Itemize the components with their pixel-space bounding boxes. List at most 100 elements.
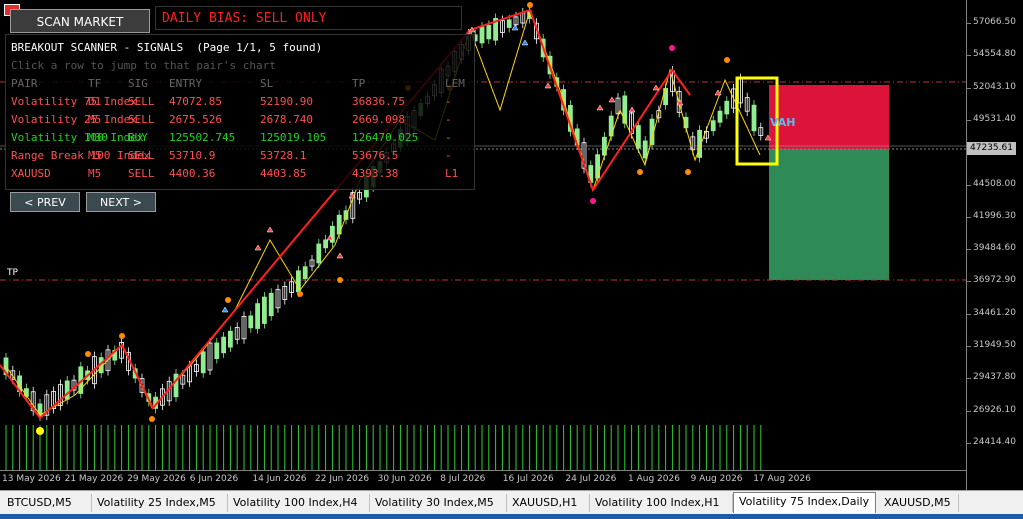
row-2-sig[interactable]: BUY xyxy=(128,131,148,144)
price-label: 52043.10 xyxy=(973,81,1016,92)
chart-tab[interactable]: XAUUSD,M5 xyxy=(879,494,959,512)
col-sig: SIG xyxy=(128,77,148,90)
buy-zone xyxy=(769,149,889,280)
signal-dot xyxy=(337,277,343,283)
price-label: 29437.80 xyxy=(973,372,1016,383)
chart-tab[interactable]: Volatility 25 Index,M5 xyxy=(92,494,228,512)
row-1-tf[interactable]: M5 xyxy=(88,113,101,126)
time-label: 17 Aug 2026 xyxy=(753,474,811,484)
col-entry: ENTRY xyxy=(169,77,203,90)
price-axis[interactable]: 57066.5054554.8052043.1049531.4047019.70… xyxy=(966,0,1023,490)
row-1-sig[interactable]: SELL xyxy=(128,113,155,126)
signal-arrow xyxy=(608,96,616,103)
row-4-pair[interactable]: XAUUSD xyxy=(11,167,51,180)
chart-tab[interactable]: Volatility 100 Index,H1 xyxy=(590,494,733,512)
row-0-tf[interactable]: D1 xyxy=(88,95,101,108)
zigzag-low-dot xyxy=(36,427,44,435)
row-2-tf[interactable]: M30 xyxy=(88,131,108,144)
signal-arrow xyxy=(652,84,660,91)
row-2-sl[interactable]: 125019.105 xyxy=(260,131,326,144)
signal-arrow xyxy=(521,39,529,46)
row-3-tp[interactable]: 53676.5 xyxy=(352,149,398,162)
time-label: 22 Jun 2026 xyxy=(315,474,370,484)
col-lem: LEM xyxy=(445,77,465,90)
time-label: 16 Jul 2026 xyxy=(502,474,554,484)
col-pair: PAIR xyxy=(11,77,38,90)
row-0-tp[interactable]: 36836.75 xyxy=(352,95,405,108)
price-label: 57066.50 xyxy=(973,17,1016,27)
row-1-tp[interactable]: 2669.098 xyxy=(352,113,405,126)
signal-arrow xyxy=(336,252,344,259)
chart-tab[interactable]: XAUUSD,H1 xyxy=(507,494,590,512)
row-4-tf[interactable]: M5 xyxy=(88,167,101,180)
signal-dot xyxy=(149,416,155,422)
row-0-pair[interactable]: Volatility 75 Index xyxy=(11,95,137,108)
row-2-pair[interactable]: Volatility 100 Index xyxy=(11,131,143,144)
row-3-lem[interactable]: - xyxy=(445,149,452,162)
col-tf: TF xyxy=(88,77,102,90)
chart-tab[interactable]: BTCUSD,M5 xyxy=(2,494,92,512)
signal-dot xyxy=(590,198,596,204)
price-label: 34461.20 xyxy=(973,307,1016,318)
row-2-tp[interactable]: 126470.025 xyxy=(352,131,418,144)
price-label: 44508.00 xyxy=(973,178,1016,189)
scan-market-button[interactable]: SCAN MARKET xyxy=(10,9,150,33)
row-4-lem[interactable]: L1 xyxy=(445,167,458,180)
time-axis[interactable]: 13 May 2026 21 May 2026 29 May 2026 6 Jun 2… xyxy=(0,470,966,491)
row-1-pair[interactable]: Volatility 25 Index xyxy=(11,113,137,126)
row-4-sl[interactable]: 4403.85 xyxy=(260,167,306,180)
price-label: 54554.80 xyxy=(973,49,1016,60)
signal-arrow xyxy=(266,226,274,233)
row-0-lem[interactable]: - xyxy=(445,95,452,108)
chart-tab[interactable]: Volatility 100 Index,H4 xyxy=(228,494,370,512)
signal-dot xyxy=(685,169,691,175)
time-label: 13 May 2026 xyxy=(2,474,61,484)
next-page-button[interactable]: NEXT > xyxy=(86,192,156,212)
row-0-entry[interactable]: 47072.85 xyxy=(169,95,222,108)
row-3-sig[interactable]: SELL xyxy=(128,149,155,162)
price-tick xyxy=(967,23,971,24)
time-label: 8 Jul 2026 xyxy=(440,474,486,484)
row-1-lem[interactable]: - xyxy=(445,113,452,126)
signal-dot xyxy=(225,297,231,303)
row-3-sl[interactable]: 53728.1 xyxy=(260,149,306,162)
signal-arrow xyxy=(544,82,552,89)
panel-title: BREAKOUT SCANNER - SIGNALS (Page 1/1, 5 … xyxy=(11,41,323,54)
row-0-sl[interactable]: 52190.90 xyxy=(260,95,313,108)
price-tick xyxy=(967,410,971,412)
chart-tab-bar: BTCUSD,M5 Volatility 25 Index,M5 Volatilit… xyxy=(0,490,1023,515)
prev-page-button[interactable]: < PREV xyxy=(10,192,80,212)
price-tick xyxy=(967,442,971,444)
time-label: 1 Aug 2026 xyxy=(628,474,680,484)
price-tick xyxy=(967,281,971,283)
signal-arrow xyxy=(596,104,604,111)
price-label: 24414.40 xyxy=(973,436,1016,447)
row-3-tf[interactable]: M5 xyxy=(88,149,101,162)
row-3-entry[interactable]: 53710.9 xyxy=(169,149,215,162)
price-tick xyxy=(967,184,971,186)
tp-line-label: TP xyxy=(7,268,18,278)
taskbar-strip xyxy=(0,514,1023,519)
row-2-lem[interactable]: - xyxy=(445,131,452,144)
row-4-sig[interactable]: SELL xyxy=(128,167,155,180)
price-label: 39484.60 xyxy=(973,243,1016,254)
chart-tab[interactable]: Volatility 30 Index,M5 xyxy=(370,494,507,512)
row-4-entry[interactable]: 4400.36 xyxy=(169,167,215,180)
time-label: 9 Aug 2026 xyxy=(690,474,743,484)
price-tick xyxy=(967,55,971,57)
row-0-sig[interactable]: SELL xyxy=(128,95,155,108)
chart-tab[interactable]: Volatility 75 Index,Daily xyxy=(733,492,876,513)
price-label: 36972.90 xyxy=(973,275,1016,286)
time-label: 14 Jun 2026 xyxy=(252,474,307,484)
row-4-tp[interactable]: 4393.38 xyxy=(352,167,398,180)
col-tp: TP xyxy=(352,77,366,90)
signal-arrow xyxy=(254,244,262,251)
row-1-entry[interactable]: 2675.526 xyxy=(169,113,222,126)
signal-dot xyxy=(669,45,675,51)
row-1-sl[interactable]: 2678.740 xyxy=(260,113,313,126)
price-label: 49531.40 xyxy=(973,113,1016,124)
time-label: 6 Jun 2026 xyxy=(189,474,239,484)
signal-arrow xyxy=(221,306,229,313)
row-2-entry[interactable]: 125502.745 xyxy=(169,131,235,144)
price-tick xyxy=(967,313,971,315)
